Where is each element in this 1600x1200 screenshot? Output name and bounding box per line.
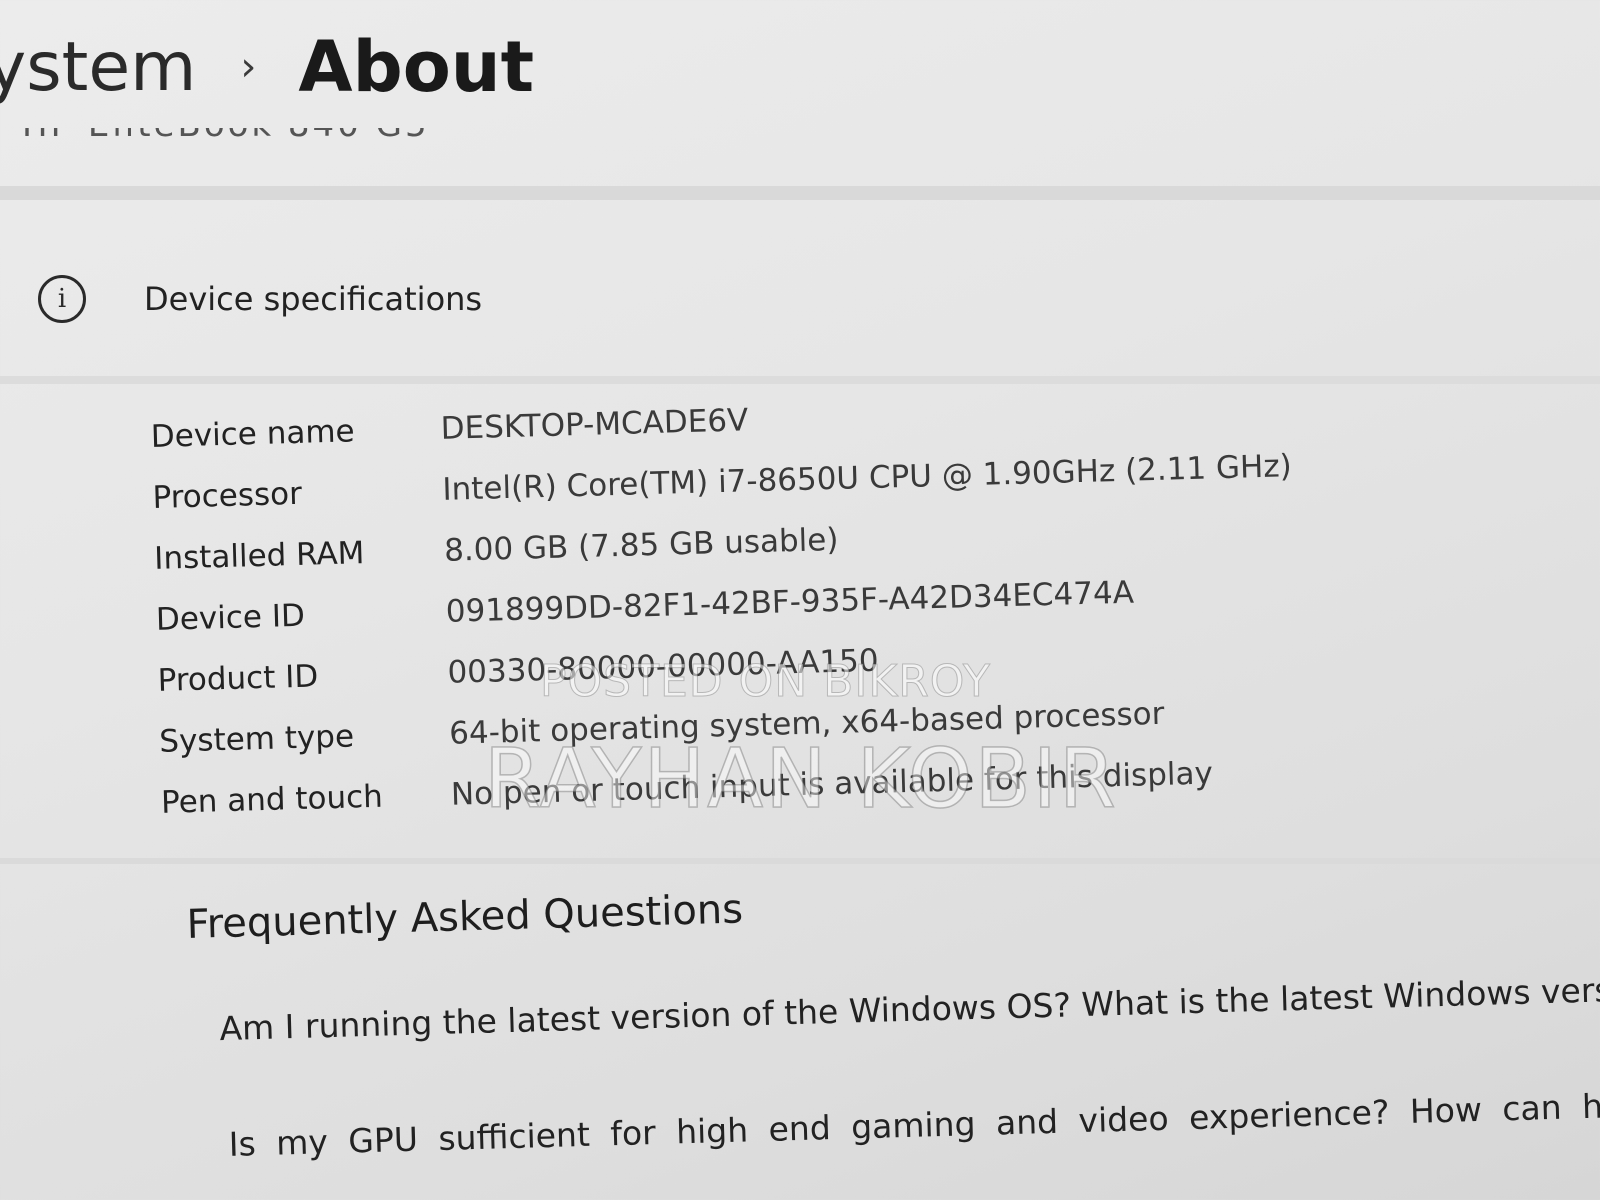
section-divider [0, 858, 1600, 864]
device-specifications-header[interactable]: i Device specifications [38, 274, 482, 324]
spec-value: 00330-80000-00000-AA150 [447, 642, 880, 691]
spec-value: Intel(R) Core(TM) i7-8650U CPU @ 1.90GHz… [441, 447, 1293, 508]
breadcrumb: ystem › About [0, 12, 534, 122]
spec-label: Pen and touch [160, 778, 384, 821]
spec-label: System type [158, 717, 355, 760]
chevron-right-icon: › [240, 44, 257, 90]
spec-label: Product ID [157, 657, 319, 699]
spec-label: Processor [152, 475, 303, 516]
info-icon: i [38, 275, 86, 323]
watermark-line-2: RAYHAN KOBIR [483, 731, 1118, 828]
faq-question-link[interactable]: Is my GPU sufficient for high end gaming… [228, 1085, 1600, 1164]
page-title: About [298, 26, 535, 108]
device-specifications-title: Device specifications [144, 280, 483, 318]
faq-title: Frequently Asked Questions [186, 886, 744, 948]
section-divider [0, 186, 1600, 200]
spec-label: Device name [150, 412, 356, 455]
spec-value: DESKTOP-MCADE6V [440, 401, 749, 447]
spec-value: 8.00 GB (7.85 GB usable) [443, 521, 839, 569]
spec-value: 091899DD-82F1-42BF-935F-A42D34EC474A [445, 574, 1135, 630]
device-model-text: HP EliteBook 840 G5 [22, 128, 430, 148]
section-divider [0, 376, 1600, 384]
faq-section: Frequently Asked Questions Am I running … [186, 886, 1600, 1163]
faq-question-link[interactable]: Am I running the latest version of the W… [219, 970, 1600, 1048]
spec-label: Device ID [155, 597, 306, 638]
spec-label: Installed RAM [153, 534, 365, 577]
breadcrumb-parent-system[interactable]: ystem [0, 28, 196, 107]
